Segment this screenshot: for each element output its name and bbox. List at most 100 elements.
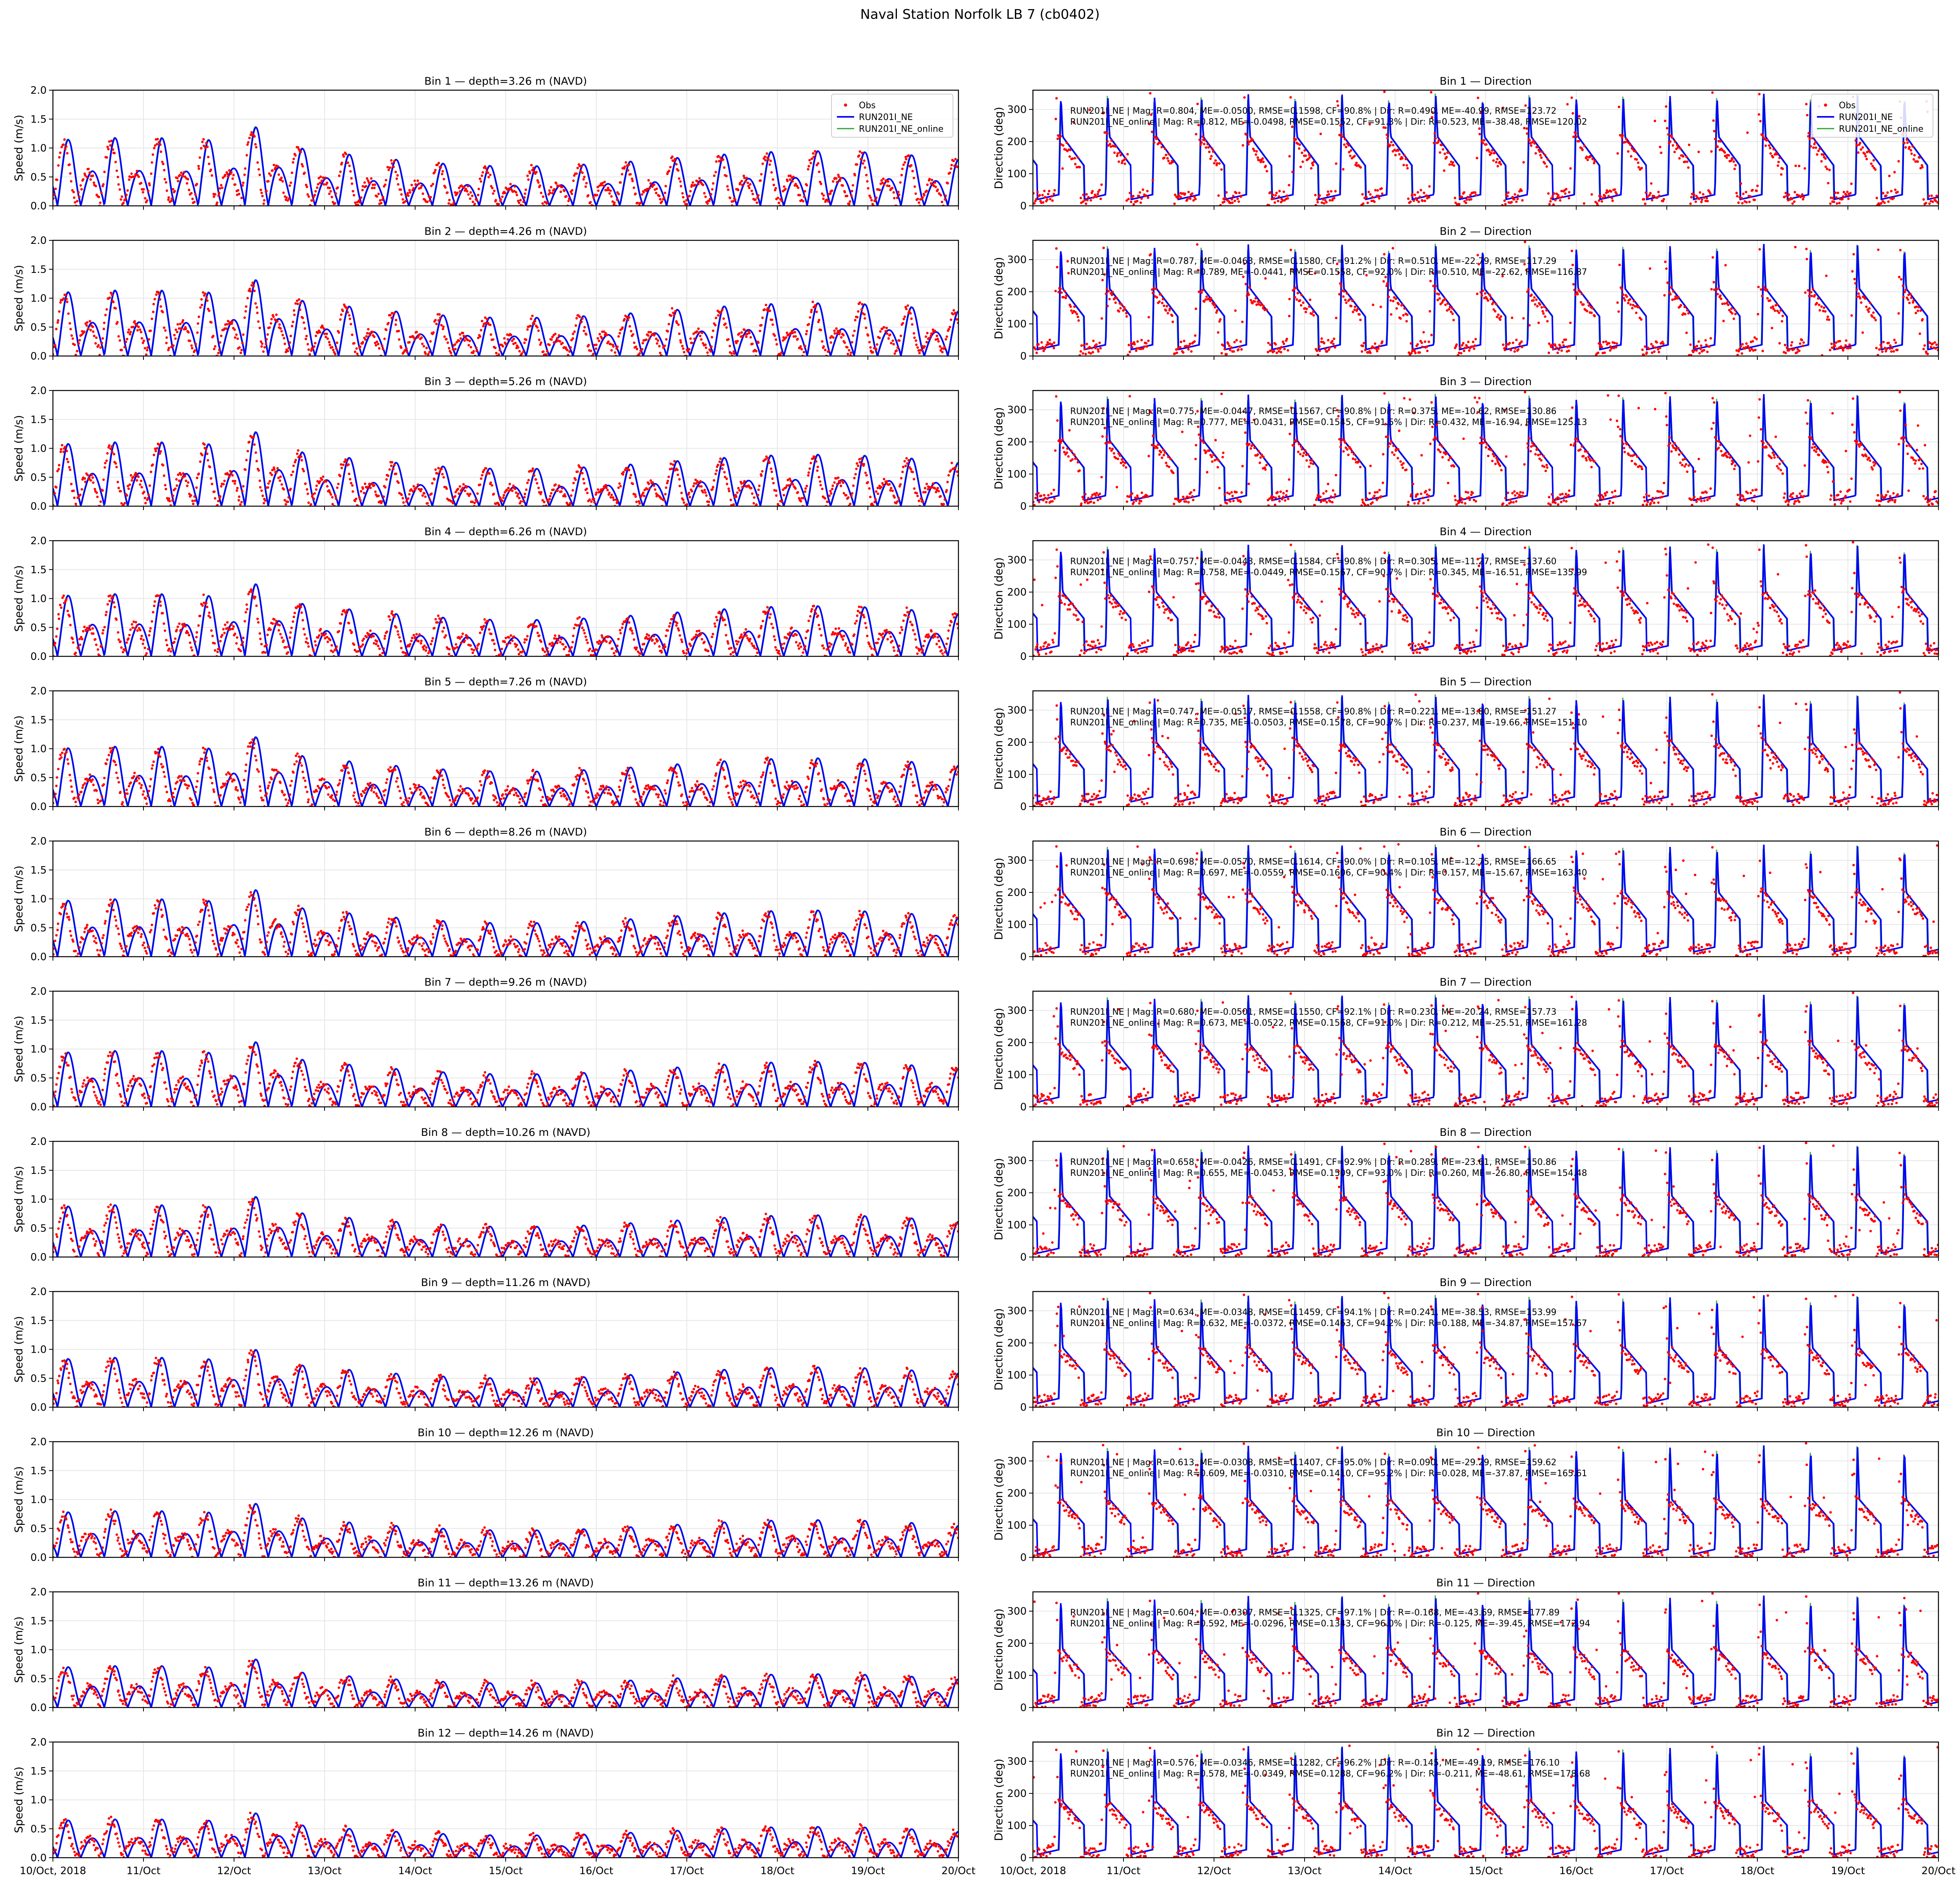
obs-point — [1511, 196, 1514, 198]
obs-point — [117, 335, 120, 338]
obs-point — [631, 180, 634, 182]
obs-point — [1671, 298, 1674, 301]
obs-point — [1053, 347, 1055, 349]
obs-point — [812, 156, 815, 158]
obs-point — [1894, 188, 1897, 191]
obs-point — [1428, 310, 1431, 313]
obs-point — [924, 491, 927, 494]
obs-point — [326, 182, 328, 184]
obs-point — [1727, 303, 1730, 306]
obs-point — [1227, 342, 1230, 345]
obs-point — [348, 317, 351, 320]
obs-point — [457, 492, 460, 495]
obs-point — [1151, 179, 1154, 182]
obs-point — [585, 182, 588, 185]
obs-point — [467, 193, 470, 196]
obs-point — [374, 490, 377, 493]
obs-point — [1465, 202, 1467, 204]
obs-point — [1125, 315, 1128, 318]
obs-point — [638, 352, 641, 355]
obs-point — [1712, 119, 1715, 122]
obs-point — [1298, 147, 1301, 150]
obs-point — [944, 498, 946, 501]
obs-point — [1156, 296, 1158, 299]
obs-point — [392, 165, 395, 168]
obs-point — [1828, 318, 1831, 321]
obs-point — [1205, 295, 1208, 298]
obs-point — [1422, 331, 1425, 334]
obs-point — [228, 475, 231, 478]
obs-point — [57, 319, 60, 322]
obs-point — [752, 502, 755, 505]
obs-point — [352, 194, 356, 197]
obs-point — [838, 331, 841, 333]
obs-point — [603, 184, 605, 187]
obs-point — [1392, 247, 1394, 250]
obs-point — [1412, 199, 1415, 202]
obs-point — [1861, 146, 1864, 149]
obs-point — [1834, 191, 1837, 194]
obs-point — [475, 199, 478, 202]
obs-point — [1085, 193, 1088, 196]
obs-point — [281, 334, 284, 336]
obs-point — [1073, 305, 1076, 308]
obs-point — [1193, 489, 1196, 492]
obs-point — [454, 343, 457, 346]
obs-point — [863, 159, 866, 162]
obs-point — [1481, 294, 1483, 297]
obs-point — [1915, 312, 1917, 314]
obs-point — [314, 190, 317, 193]
obs-point — [432, 331, 435, 334]
obs-point — [1409, 200, 1412, 203]
obs-point — [575, 172, 578, 175]
obs-point — [617, 335, 620, 338]
obs-point — [720, 311, 722, 314]
obs-point — [1129, 351, 1131, 353]
obs-point — [641, 348, 644, 351]
obs-point — [1112, 452, 1115, 455]
obs-point — [1276, 347, 1279, 350]
obs-point — [147, 189, 150, 193]
obs-point — [618, 482, 621, 485]
obs-point — [1822, 153, 1825, 156]
obs-point — [622, 471, 625, 474]
obs-point — [197, 165, 200, 167]
obs-point — [593, 498, 595, 500]
obs-point — [832, 180, 835, 183]
obs-point — [725, 326, 728, 329]
obs-point — [755, 503, 758, 506]
obs-point — [1859, 297, 1862, 300]
obs-point — [651, 481, 654, 484]
obs-point — [1526, 132, 1528, 135]
obs-point — [446, 341, 449, 344]
obs-point — [642, 191, 645, 194]
obs-point — [561, 185, 564, 188]
figure-canvas: Naval Station Norfolk LB 7 (cb0402) 0.00… — [12, 7, 1955, 1877]
obs-point — [673, 314, 675, 317]
obs-point — [861, 151, 864, 154]
obs-point — [93, 181, 95, 184]
obs-point — [330, 196, 333, 198]
y-tick-label: 2.0 — [31, 85, 47, 96]
obs-point — [1124, 157, 1127, 160]
obs-point — [348, 164, 351, 167]
obs-point — [543, 501, 546, 503]
obs-point — [1230, 346, 1233, 349]
obs-point — [1225, 353, 1228, 356]
obs-point — [246, 143, 249, 146]
obs-point — [265, 189, 268, 193]
obs-point — [698, 331, 701, 334]
obs-point — [1534, 303, 1537, 306]
obs-point — [1875, 347, 1878, 349]
obs-point — [658, 194, 661, 197]
obs-point — [1566, 345, 1569, 349]
obs-point — [1053, 489, 1055, 491]
obs-point — [1443, 153, 1446, 155]
obs-point — [175, 478, 178, 481]
obs-point — [506, 338, 509, 341]
obs-point — [1609, 349, 1612, 352]
obs-point — [311, 347, 314, 350]
obs-point — [1818, 309, 1821, 312]
obs-point — [114, 462, 117, 465]
obs-point — [292, 158, 295, 160]
